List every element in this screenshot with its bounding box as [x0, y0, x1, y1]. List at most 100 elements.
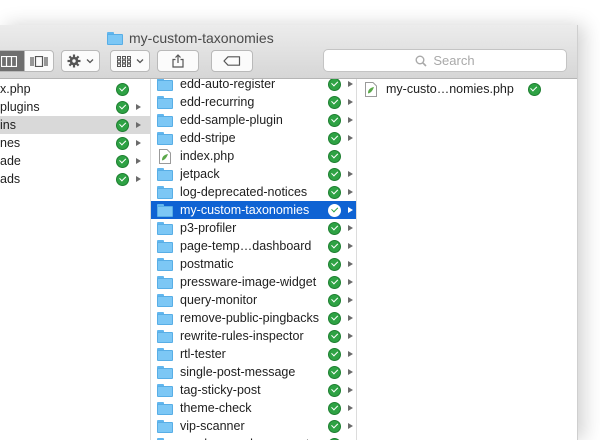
list-item[interactable]: nes	[0, 134, 150, 152]
list-item[interactable]: theme-check	[151, 399, 356, 417]
item-label: plugins	[0, 100, 40, 114]
folder-icon	[157, 95, 173, 109]
disclosure-arrow-icon	[348, 225, 353, 231]
item-label: log-deprecated-notices	[180, 185, 308, 199]
chevron-down-icon	[136, 59, 143, 64]
list-item[interactable]: ads	[0, 170, 150, 188]
disclosure-arrow-icon	[348, 261, 353, 267]
sync-check-icon	[328, 79, 341, 91]
item-label: my-custom-taxonomies	[180, 203, 310, 217]
disclosure-arrow-icon	[136, 140, 141, 146]
search-field[interactable]: Search	[323, 49, 567, 72]
search-icon	[415, 55, 427, 67]
list-item[interactable]: wordpress…base-reset	[151, 435, 356, 440]
folder-icon	[157, 329, 173, 343]
php-file-icon	[159, 148, 171, 164]
folder-icon	[157, 239, 173, 253]
list-item[interactable]: x.php	[0, 80, 150, 98]
column-parent[interactable]: x.php plugins ins nes ade ads	[0, 79, 151, 440]
cover-flow-icon	[30, 55, 48, 67]
search-placeholder: Search	[433, 53, 475, 68]
list-item[interactable]: rewrite-rules-inspector	[151, 327, 356, 345]
item-label: vip-scanner	[180, 419, 245, 433]
folder-icon	[157, 347, 173, 361]
column-view-button[interactable]	[0, 51, 24, 71]
sync-check-icon	[328, 167, 341, 181]
list-item[interactable]: rtl-tester	[151, 345, 356, 363]
item-label: index.php	[180, 149, 235, 163]
sync-check-icon	[328, 347, 341, 361]
disclosure-arrow-icon	[136, 122, 141, 128]
item-label: ads	[0, 172, 21, 186]
sync-check-icon	[328, 113, 341, 127]
share-button[interactable]	[157, 50, 199, 72]
disclosure-arrow-icon	[348, 279, 353, 285]
window-title-text: my-custom-taxonomies	[129, 30, 274, 46]
disclosure-arrow-icon	[136, 104, 141, 110]
item-label: single-post-message	[180, 365, 296, 379]
disclosure-arrow-icon	[348, 405, 353, 411]
list-item[interactable]: remove-public-pingbacks	[151, 309, 356, 327]
item-status	[116, 154, 150, 168]
list-item[interactable]: edd-stripe	[151, 129, 356, 147]
list-item[interactable]: p3-profiler	[151, 219, 356, 237]
action-menu-button[interactable]	[61, 50, 100, 72]
folder-icon	[157, 257, 173, 271]
list-item[interactable]: index.php	[151, 147, 356, 165]
item-label: jetpack	[180, 167, 220, 181]
window-title: my-custom-taxonomies	[107, 29, 274, 47]
list-item[interactable]: query-monitor	[151, 291, 356, 309]
sync-check-icon	[328, 419, 341, 433]
folder-icon	[157, 221, 173, 235]
folder-icon	[157, 311, 173, 325]
list-item[interactable]: pressware-image-widget	[151, 273, 356, 291]
list-item[interactable]: vip-scanner	[151, 417, 356, 435]
sync-check-icon	[116, 154, 129, 168]
folder-icon	[157, 293, 173, 307]
item-status	[116, 172, 150, 186]
sync-check-icon	[328, 311, 341, 325]
item-label: postmatic	[180, 257, 234, 271]
view-mode-segmented-control[interactable]	[0, 50, 54, 72]
sync-check-icon	[328, 383, 341, 397]
column-my-custom-taxonomies[interactable]: my-custo…nomies.php	[357, 79, 577, 440]
disclosure-arrow-icon	[348, 135, 353, 141]
cover-flow-button[interactable]	[23, 51, 54, 71]
item-label: edd-recurring	[180, 95, 255, 109]
arrange-grid-icon	[116, 55, 131, 67]
list-item[interactable]: ins	[0, 116, 150, 134]
list-item[interactable]: my-custo…nomies.php	[357, 80, 577, 98]
list-item[interactable]: edd-recurring	[151, 93, 356, 111]
list-item[interactable]: tag-sticky-post	[151, 381, 356, 399]
item-label: query-monitor	[180, 293, 258, 307]
folder-icon	[107, 31, 123, 45]
edit-tags-button[interactable]	[211, 50, 253, 72]
sync-check-icon	[328, 149, 341, 163]
folder-icon	[157, 383, 173, 397]
disclosure-arrow-icon	[136, 158, 141, 164]
sync-check-icon	[116, 100, 129, 114]
list-item[interactable]: plugins	[0, 98, 150, 116]
list-item[interactable]: edd-auto-register	[151, 79, 356, 93]
selected-list-item[interactable]: my-custom-taxonomies	[151, 201, 356, 219]
folder-icon	[157, 203, 173, 217]
item-label: remove-public-pingbacks	[180, 311, 319, 325]
disclosure-arrow-icon	[348, 387, 353, 393]
item-status	[116, 136, 150, 150]
sync-check-icon	[116, 136, 129, 150]
folder-icon	[157, 79, 173, 91]
item-label: tag-sticky-post	[180, 383, 261, 397]
column-plugins[interactable]: edd-auto-register edd-recurring edd-sample…	[151, 79, 357, 440]
list-item[interactable]: jetpack	[151, 165, 356, 183]
list-item[interactable]: edd-sample-plugin	[151, 111, 356, 129]
disclosure-arrow-icon	[348, 369, 353, 375]
list-item[interactable]: postmatic	[151, 255, 356, 273]
list-item[interactable]: ade	[0, 152, 150, 170]
disclosure-arrow-icon	[348, 297, 353, 303]
list-item[interactable]: single-post-message	[151, 363, 356, 381]
disclosure-arrow-icon	[348, 81, 353, 87]
arrange-menu-button[interactable]	[110, 50, 150, 72]
list-item[interactable]: log-deprecated-notices	[151, 183, 356, 201]
list-item[interactable]: page-temp…dashboard	[151, 237, 356, 255]
item-label: edd-auto-register	[180, 79, 276, 91]
